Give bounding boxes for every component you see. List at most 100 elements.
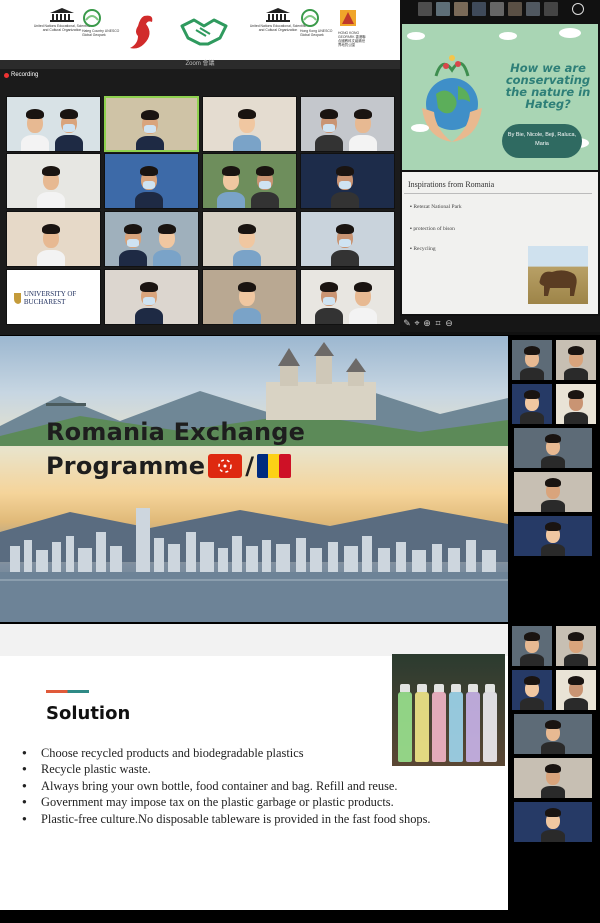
cloud-icon [559, 28, 581, 38]
mini-participant-tile[interactable] [418, 2, 432, 16]
participant-hair [140, 166, 158, 176]
zoom-window-title: Zoom 會議 [185, 61, 215, 67]
face-mask [144, 125, 156, 133]
participant-hair [336, 224, 354, 234]
solution-bullet: Plastic-free culture.No disposable table… [22, 811, 472, 828]
mini-participant-tile[interactable] [526, 2, 540, 16]
participant-body [564, 412, 588, 424]
side-participant-tile[interactable] [514, 714, 592, 754]
participant-video-tile[interactable] [202, 153, 297, 209]
bottom-black-band [0, 910, 508, 923]
participant-hair [336, 166, 354, 176]
mini-participant-tile[interactable] [490, 2, 504, 16]
stop-icon[interactable]: ⊖ [444, 318, 454, 328]
participant-hair [238, 282, 256, 292]
participant-body [520, 654, 544, 666]
face-mask [143, 181, 155, 189]
pointer-icon[interactable]: ⌖ [412, 318, 422, 328]
slide2-flag-separator: / [245, 452, 255, 480]
mini-participant-tile[interactable] [454, 2, 468, 16]
participant-body [541, 830, 565, 842]
participant-video-tile[interactable] [104, 211, 199, 267]
participant-body [541, 544, 565, 556]
participant-hair [545, 478, 561, 487]
participant-video-tile[interactable] [6, 211, 101, 267]
side-participant-tile[interactable] [512, 340, 552, 380]
slide2-title-line1: Romania Exchange [46, 418, 306, 446]
participant-body [315, 308, 343, 324]
hk-geopark-logo: HONG KONG GEOPARK 香港聯合國教科文組織世界地質公園 [338, 8, 366, 47]
side-participant-tile[interactable] [556, 340, 596, 380]
pen-icon[interactable]: ✎ [402, 318, 412, 328]
participant-hair [545, 720, 561, 729]
screen: United Nations Educational, Scientific a… [0, 0, 600, 923]
partner-logo-bar: United Nations Educational, Scientific a… [0, 0, 400, 60]
cloud-icon [407, 32, 425, 40]
participant-video-tile[interactable] [104, 153, 199, 209]
participant-hair [26, 109, 44, 119]
participant-video-tile[interactable] [104, 96, 199, 152]
crop-icon[interactable]: ⌗ [433, 318, 443, 328]
participant-body [217, 192, 245, 208]
inspiration-bullet: ▪ protection of bison [410, 226, 455, 232]
solution-bullet: Recycle plastic waste. [22, 761, 472, 778]
face-mask [323, 297, 335, 305]
side-participant-tile[interactable] [514, 802, 592, 842]
earth-hands-icon [422, 55, 482, 142]
participant-hair [140, 282, 158, 292]
participant-body [541, 742, 565, 754]
participant-video-tile[interactable] [104, 269, 199, 325]
participant-video-tile[interactable] [202, 96, 297, 152]
side-participant-tile[interactable] [514, 472, 592, 512]
geopark-swirl-icon [301, 9, 319, 27]
participant-video-tile[interactable] [6, 96, 101, 152]
participant-body [520, 698, 544, 710]
participant-video-tile[interactable] [6, 153, 101, 209]
participant-body [136, 136, 164, 150]
side-participant-tile[interactable] [512, 384, 552, 424]
participant-hair [568, 390, 584, 399]
hk-flag-icon [208, 454, 243, 478]
participant-video-tile[interactable]: UNIVERSITY OF BUCHAREST [6, 269, 101, 325]
participant-body [564, 368, 588, 380]
mini-participant-tile[interactable] [508, 2, 522, 16]
share-stop-icon[interactable] [572, 3, 584, 15]
participant-body [315, 135, 343, 151]
romania-flag-icon [257, 454, 292, 478]
solution-title: Solution [46, 703, 131, 724]
participant-body [251, 192, 279, 208]
side-participant-tile[interactable] [556, 626, 596, 666]
side-participant-tile[interactable] [556, 670, 596, 710]
participant-video-tile[interactable] [300, 96, 395, 152]
mini-participant-tile[interactable] [472, 2, 486, 16]
side-participant-tile[interactable] [556, 384, 596, 424]
mini-participant-tile[interactable] [544, 2, 558, 16]
participant-hair [568, 676, 584, 685]
participant-hair [320, 109, 338, 119]
mini-participant-tile[interactable] [436, 2, 450, 16]
hateg-dinosaur-icon [130, 15, 153, 49]
side-participant-tile[interactable] [512, 670, 552, 710]
participant-hair [158, 224, 176, 234]
participant-video-tile[interactable] [202, 269, 297, 325]
cloud-icon [499, 32, 517, 40]
solution-bullet-list: Choose recycled products and biodegradab… [22, 745, 472, 827]
zoom-window-title-bar: Zoom 會議 [0, 60, 400, 69]
side-participant-tile[interactable] [512, 626, 552, 666]
participant-video-tile[interactable] [300, 211, 395, 267]
participant-video-tile[interactable] [300, 153, 395, 209]
zoom-in-icon[interactable]: ⊕ [422, 318, 432, 328]
side-participant-tile[interactable] [514, 758, 592, 798]
inspiration-bullet: ▪ Retezat National Park [410, 204, 462, 210]
side-participant-tile[interactable] [514, 516, 592, 556]
participant-video-tile[interactable] [202, 211, 297, 267]
face-mask [339, 181, 351, 189]
participant-body [119, 250, 147, 266]
hk-global-geopark-logo: Hong Kong UNESCO Global Geopark [300, 8, 340, 37]
participant-hair [545, 764, 561, 773]
hateg-geopark-text: Hateg Country UNESCO Global Geopark [82, 29, 120, 37]
participant-video-tile[interactable] [300, 269, 395, 325]
handshake-icon [180, 18, 228, 46]
side-participant-tile[interactable] [514, 428, 592, 468]
participant-body [541, 500, 565, 512]
